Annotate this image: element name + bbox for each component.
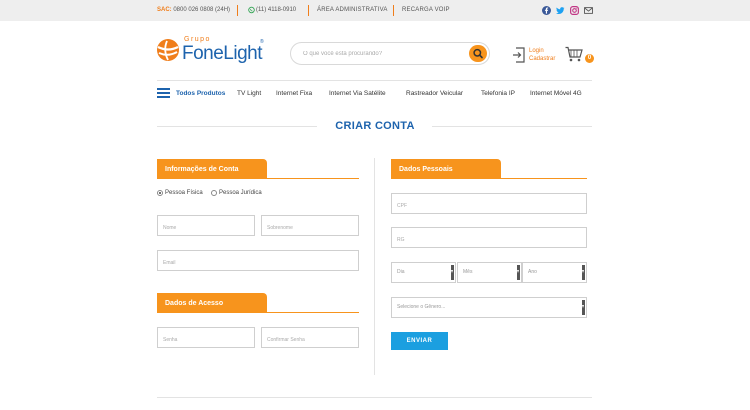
mail-icon[interactable]: [584, 6, 593, 15]
day-select-value: Dia: [397, 269, 405, 275]
login-link[interactable]: Login: [529, 47, 555, 55]
account-info-section-header: Informações de Conta: [157, 159, 359, 179]
confirm-password-input[interactable]: [262, 330, 358, 350]
cart-count-badge: 0: [585, 54, 594, 63]
logo-brand-text: FoneLight: [182, 43, 263, 64]
search-bar: [290, 42, 490, 65]
facebook-icon[interactable]: [542, 6, 551, 15]
radio-selected-icon[interactable]: [157, 190, 163, 196]
logo-globe-icon: [157, 39, 179, 61]
twitter-icon[interactable]: [556, 6, 565, 15]
divider: [237, 5, 238, 16]
cpf-input[interactable]: [392, 196, 586, 216]
nav-item-internet-fixa[interactable]: Internet Fixa: [276, 90, 312, 97]
sac-number: 0800 026 0808 (24H): [173, 7, 231, 13]
access-data-section-header: Dados de Acesso: [157, 293, 359, 313]
radio-pessoa-fisica[interactable]: Pessoa Física: [157, 190, 203, 196]
whatsapp-number[interactable]: (11) 4118-0910: [256, 7, 296, 13]
confirm-password-field: [261, 327, 359, 350]
cart-icon[interactable]: [565, 46, 583, 62]
radio-label: Pessoa Física: [165, 190, 203, 196]
personal-data-heading: Dados Pessoais: [391, 159, 501, 179]
rg-input[interactable]: [392, 230, 586, 250]
nav-item-internet-movel-4g[interactable]: Internet Móvel 4G: [530, 90, 582, 97]
cpf-field: [391, 193, 587, 216]
password-field: [157, 327, 255, 350]
radio-unselected-icon[interactable]: [211, 190, 217, 196]
chevron-down-icon: [582, 265, 585, 280]
nav-item-tv-light[interactable]: TV Light: [237, 90, 261, 97]
instagram-icon[interactable]: [570, 6, 579, 15]
search-icon: [473, 48, 483, 59]
account-info-heading: Informações de Conta: [157, 159, 267, 179]
register-link[interactable]: Cadastrar: [529, 55, 555, 63]
radio-label: Pessoa Jurídica: [219, 190, 262, 196]
last-name-input[interactable]: [262, 218, 358, 238]
email-field: [157, 250, 359, 273]
sac-label: SAC:: [157, 7, 172, 13]
gender-select-value: Selecione o Gênero...: [397, 304, 446, 310]
page-title: CRIAR CONTA: [335, 120, 415, 132]
year-select-value: Ano: [528, 269, 537, 275]
divider: [308, 5, 309, 16]
logo-group-text: Grupo: [184, 36, 211, 43]
day-select[interactable]: Dia: [391, 262, 456, 283]
search-button[interactable]: [469, 45, 487, 62]
password-input[interactable]: [158, 330, 254, 350]
chevron-down-icon: [451, 265, 454, 280]
column-divider: [374, 158, 375, 375]
section-rule: [501, 178, 587, 179]
chevron-down-icon: [517, 265, 520, 280]
personal-data-section-header: Dados Pessoais: [391, 159, 587, 179]
title-rule-right: [432, 126, 592, 127]
search-input[interactable]: [303, 48, 463, 60]
menu-icon[interactable]: [157, 88, 170, 98]
site-logo[interactable]: Grupo FoneLight ®: [156, 36, 268, 66]
login-icon[interactable]: [512, 47, 526, 63]
gender-select[interactable]: Selecione o Gênero...: [391, 297, 587, 318]
top-bar: SAC: 0800 026 0808 (24H) (11) 4118-0910 …: [0, 0, 750, 21]
radio-pessoa-juridica[interactable]: Pessoa Jurídica: [211, 190, 262, 196]
section-rule: [267, 178, 359, 179]
submit-button[interactable]: ENVIAR: [391, 332, 448, 350]
last-name-field: [261, 215, 359, 238]
month-select-value: Mês: [463, 269, 473, 275]
header-divider: [157, 80, 592, 81]
login-links: Login Cadastrar: [529, 47, 555, 63]
sac-info: SAC: 0800 026 0808 (24H): [157, 7, 230, 13]
access-data-heading: Dados de Acesso: [157, 293, 267, 313]
rg-field: [391, 227, 587, 250]
nav-item-rastreador-veicular[interactable]: Rastreador Veicular: [406, 90, 463, 97]
footer-divider: [157, 397, 592, 398]
nav-item-todos-produtos[interactable]: Todos Produtos: [176, 90, 225, 97]
first-name-field: [157, 215, 255, 238]
logo-registered-mark: ®: [260, 39, 264, 45]
email-input[interactable]: [158, 253, 358, 273]
admin-area-link[interactable]: ÁREA ADMINISTRATIVA: [317, 7, 388, 13]
year-select[interactable]: Ano: [522, 262, 587, 283]
title-rule-left: [157, 126, 317, 127]
divider: [393, 5, 394, 16]
chevron-down-icon: [582, 300, 585, 315]
nav-item-internet-via-satelite[interactable]: Internet Via Satélite: [329, 90, 386, 97]
section-rule: [267, 312, 359, 313]
nav-item-telefonia-ip[interactable]: Telefonia IP: [481, 90, 515, 97]
month-select[interactable]: Mês: [457, 262, 522, 283]
recarga-voip-link[interactable]: RECARGA VOIP: [402, 7, 450, 13]
whatsapp-icon: [248, 6, 255, 14]
first-name-input[interactable]: [158, 218, 254, 238]
